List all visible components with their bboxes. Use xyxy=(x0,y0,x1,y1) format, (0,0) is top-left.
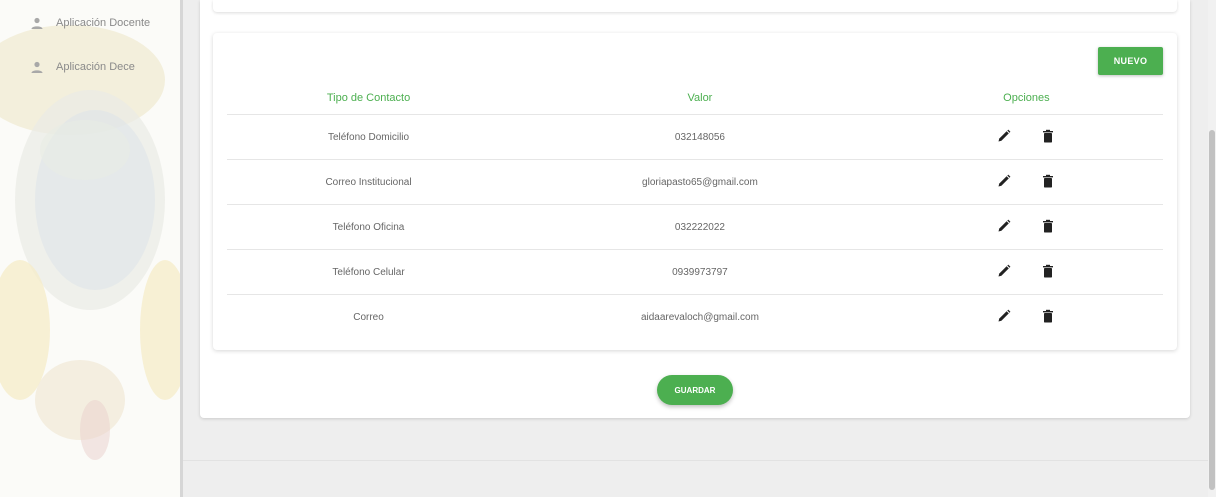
pencil-icon[interactable] xyxy=(997,174,1011,188)
table-header-row: Tipo de Contacto Valor Opciones xyxy=(227,82,1163,115)
pencil-icon[interactable] xyxy=(997,219,1011,233)
table-row: Teléfono Domicilio 032148056 xyxy=(227,114,1163,160)
contacts-table: Tipo de Contacto Valor Opciones Teléfono… xyxy=(227,82,1163,339)
contact-value-cell: aidaarevaloch@gmail.com xyxy=(640,311,759,323)
trash-icon[interactable] xyxy=(1041,174,1055,188)
contact-type-cell: Correo xyxy=(353,311,384,323)
column-header-type: Tipo de Contacto xyxy=(227,82,511,115)
sidebar-item-aplicacion-dece[interactable]: Aplicación Dece xyxy=(30,60,135,74)
sidebar: Aplicación Docente Aplicación Dece xyxy=(0,0,180,497)
column-header-value: Valor xyxy=(510,82,890,115)
contact-type-cell: Teléfono Domicilio xyxy=(227,114,511,160)
pencil-icon[interactable] xyxy=(997,264,1011,278)
table-row: Teléfono Celular 0939973797 xyxy=(227,249,1163,295)
options-cell xyxy=(889,204,1163,250)
pencil-icon[interactable] xyxy=(997,129,1011,143)
footer-divider xyxy=(183,460,1216,461)
contact-value-cell: 032222022 xyxy=(510,204,890,250)
scrollbar[interactable] xyxy=(1208,0,1216,497)
pencil-icon[interactable] xyxy=(997,309,1011,323)
new-contact-button[interactable]: NUEVO xyxy=(1098,47,1163,75)
options-cell xyxy=(889,249,1163,295)
trash-icon[interactable] xyxy=(1041,264,1055,278)
column-header-options: Opciones xyxy=(889,82,1163,115)
trash-icon[interactable] xyxy=(1041,309,1055,323)
table-row: Teléfono Oficina 032222022 xyxy=(227,204,1163,250)
person-icon xyxy=(31,17,43,29)
sidebar-divider xyxy=(180,0,183,497)
sidebar-item-label: Aplicación Docente xyxy=(56,17,151,29)
table-row: Correo Institucional gloriapasto65@gmail… xyxy=(227,159,1163,205)
options-cell xyxy=(890,295,1163,340)
trash-icon[interactable] xyxy=(1041,219,1055,233)
options-cell xyxy=(889,114,1163,160)
table-row: Correo aidaarevaloch@gmail.com xyxy=(227,295,1163,340)
sidebar-item-aplicacion-docente[interactable]: Aplicación Docente xyxy=(30,16,150,30)
upper-card xyxy=(213,0,1177,12)
contact-type-cell: Teléfono Oficina xyxy=(227,204,511,250)
contact-value-cell: 032148056 xyxy=(510,114,890,160)
contact-value-cell: gloriapasto65@gmail.com xyxy=(510,159,890,205)
person-icon xyxy=(31,61,43,73)
contact-type-cell: Teléfono Celular xyxy=(227,249,511,295)
contact-value-cell: 0939973797 xyxy=(510,249,890,295)
save-button[interactable]: GUARDAR xyxy=(657,375,733,405)
coat-of-arms-watermark xyxy=(0,25,180,460)
contact-type-cell: Correo Institucional xyxy=(227,159,511,205)
trash-icon[interactable] xyxy=(1041,129,1055,143)
scrollbar-thumb[interactable] xyxy=(1209,130,1215,490)
sidebar-item-label: Aplicación Dece xyxy=(56,61,135,73)
options-cell xyxy=(889,159,1163,205)
